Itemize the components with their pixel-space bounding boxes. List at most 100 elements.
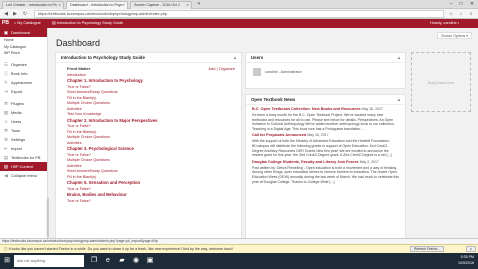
collapse-menu-button[interactable]: ◀ Collapse menu <box>0 171 47 180</box>
refresh-firefox-button[interactable]: Refresh Firefox... <box>410 246 445 252</box>
appearance-icon: ✎ <box>4 79 8 85</box>
article-body: With the support of both the Ministry of… <box>252 139 392 158</box>
notification-text: It looks like you haven't started Firefo… <box>8 247 233 251</box>
close-window-icon[interactable]: ✕ <box>467 0 477 9</box>
sidebar-item-dashboard[interactable]: ▣ Dashboard <box>0 28 47 37</box>
sidebar-item-label: Appearance <box>11 79 32 85</box>
url-bar[interactable]: https://textbooks.bccampus.ca/introducti… <box>34 10 444 18</box>
news-article: B.C. Open Textbooks Collection: New Book… <box>246 105 405 131</box>
sidebar-item-tools[interactable]: ⚒ Tools <box>0 126 47 135</box>
article-body: It's been a busy month for the B.C. Open… <box>252 113 395 131</box>
panel-title: Introduction to Psychology Study Guide ▲ <box>56 53 241 63</box>
sidebar-item-import[interactable]: ⇤ Import <box>0 144 47 153</box>
sidebar-item-label: Collapse menu <box>11 172 37 178</box>
sidebar-item-wp-pinch[interactable]: WP Pinch <box>0 50 47 57</box>
sidebar-item-plugins[interactable]: ⚒ Plugins <box>0 99 47 108</box>
article-date: May 15, 2017 <box>307 133 329 138</box>
sidebar-item-label: Organize <box>11 61 27 67</box>
sidebar-item-label: Textbooks for PB <box>11 154 41 160</box>
forward-icon[interactable]: ▶ <box>11 10 19 18</box>
panel-title: Users ▲ <box>246 53 405 63</box>
taskbar-search-input[interactable]: Ask me anything <box>14 255 84 267</box>
sidebar-item-label: My Catalogue <box>4 44 27 49</box>
collapse-toggle-icon[interactable]: ▲ <box>397 53 401 63</box>
collapse-toggle-icon[interactable]: ▲ <box>233 53 237 63</box>
reload-icon[interactable]: ↻ <box>21 10 29 18</box>
file-explorer-icon[interactable]: ▰ <box>116 255 128 267</box>
sidebar-item-label: H5P Content <box>11 163 34 169</box>
export-icon: ⇥ <box>4 88 8 94</box>
sidebar-item-label: Export <box>11 88 23 94</box>
collapse-toggle-icon[interactable]: ▲ <box>397 95 401 105</box>
sidebar-item-media[interactable]: ▧ Media <box>0 108 47 117</box>
users-panel: Users ▲ caroline - Administrator <box>245 52 406 89</box>
tools-icon: ⚒ <box>3 127 9 133</box>
section-label: Front Matter <box>67 66 91 71</box>
study-guide-panel: Introduction to Psychology Study Guide ▲… <box>55 52 242 259</box>
sidebar-item-appearance[interactable]: ✎ Appearance <box>0 78 47 87</box>
user-label: caroline - Administrator <box>265 69 302 74</box>
pressbooks-logo[interactable]: PB <box>2 19 9 28</box>
tab-title: Dashboard - Introduction to Psyc <box>70 3 123 7</box>
article-date: May 16, 2017 <box>361 107 383 111</box>
article-title-link[interactable]: Douglas College Students, Faculty and Li… <box>252 160 359 164</box>
admin-bar: PB ⌂My Catalogue ▤Introduction to Psycho… <box>0 19 478 28</box>
sidebar-item-label: Book Info <box>11 70 28 76</box>
article-title-link[interactable]: B.C. Open Textbooks Collection: New Book… <box>252 107 361 111</box>
import-icon: ⇤ <box>4 145 8 151</box>
section-link[interactable]: True or False? <box>56 199 241 205</box>
store-icon[interactable]: ▣ <box>144 255 156 267</box>
account-menu[interactable]: Howdy, caroline ▪ <box>430 19 460 28</box>
firefox-icon[interactable]: ◉ <box>130 255 142 267</box>
article-title-link[interactable]: Call for Proposals Announced <box>252 133 306 137</box>
browser-tab-2[interactable]: Dashboard - Introduction to Psyc ✕ <box>66 1 128 9</box>
home-icon[interactable]: ⌂ <box>457 10 465 18</box>
book-title-link[interactable]: ▤Introduction to Psychology Study Guide <box>52 19 123 28</box>
bookmark-icon[interactable]: ☆ <box>447 10 455 18</box>
news-article: Call for Proposals Announced May 15, 201… <box>246 131 405 157</box>
dashboard-icon: ▣ <box>3 30 9 35</box>
system-tray-clock[interactable]: 5:35 PM 10/5/2016 <box>458 254 474 268</box>
close-tab-icon[interactable]: ✕ <box>58 3 61 7</box>
close-tab-icon[interactable]: ✕ <box>122 3 125 7</box>
windows-start-icon[interactable]: ⊞ <box>1 255 13 267</box>
sidebar-item-label: WP Pinch <box>4 51 20 55</box>
task-view-icon[interactable]: ❐ <box>88 255 100 267</box>
back-icon[interactable]: ◀ <box>2 10 10 18</box>
avatar <box>253 68 261 76</box>
h5p-icon: ▨ <box>3 163 9 169</box>
my-catalogue-link[interactable]: ⌂My Catalogue <box>14 19 41 28</box>
book-info-icon: ⓘ <box>3 70 9 76</box>
sidebar-item-organize[interactable]: ☰ Organize <box>0 60 47 69</box>
sidebar-item-book-info[interactable]: ⓘ Book Info <box>0 69 47 78</box>
user-row[interactable]: caroline - Administrator <box>246 63 405 83</box>
minimize-icon[interactable]: – <box>446 0 456 9</box>
browser-tab-1[interactable]: Lori Chester - Introduction to Ps ✕ <box>2 1 64 9</box>
close-tab-icon[interactable]: ✕ <box>186 3 189 7</box>
article-date: May 2, 2017 <box>359 159 379 164</box>
sidebar-item-textbooks-for-pb[interactable]: ▤ Textbooks for PB <box>0 153 47 162</box>
sidebar-item-label: Dashboard <box>11 30 31 35</box>
sidebar-item-label: Media <box>11 109 22 115</box>
organize-icon: ☰ <box>3 61 9 67</box>
collapse-icon: ◀ <box>4 172 8 178</box>
news-panel: Open Textbook News ▲ B.C. Open Textbooks… <box>245 94 406 259</box>
new-tab-button[interactable]: + <box>194 0 204 9</box>
admin-bar-label: Introduction to Psychology Study Guide <box>56 21 124 25</box>
home-icon: ⌂ <box>14 21 17 25</box>
plugins-icon: ⚒ <box>3 100 9 106</box>
admin-sidebar: ▣ Dashboard Home My Catalogue WP Pinch ☰ O… <box>0 28 48 259</box>
edge-icon[interactable]: e <box>102 255 114 267</box>
browser-tab-3[interactable]: Screen Capture - 2016 Oct 2 ✕ <box>130 1 192 9</box>
sidebar-item-users[interactable]: ☺ Users <box>0 117 47 126</box>
sidebar-item-settings[interactable]: ⚙ Settings <box>0 135 47 144</box>
tab-title: Screen Capture - 2016 Oct 2 <box>134 3 180 7</box>
sidebar-item-export[interactable]: ⇥ Export <box>0 87 47 96</box>
close-notification-button[interactable]: x <box>466 246 476 252</box>
screen-options-button[interactable]: Screen Options ▾ <box>437 32 472 39</box>
menu-icon[interactable]: ≡ <box>467 10 475 18</box>
panel-title-text: Introduction to Psychology Study Guide <box>61 55 145 60</box>
main-content: Dashboard Screen Options ▾ Introduction … <box>49 28 478 259</box>
maximize-icon[interactable]: □ <box>456 0 466 9</box>
sidebar-item-h5p-content[interactable]: ▨ H5P Content <box>0 161 47 171</box>
